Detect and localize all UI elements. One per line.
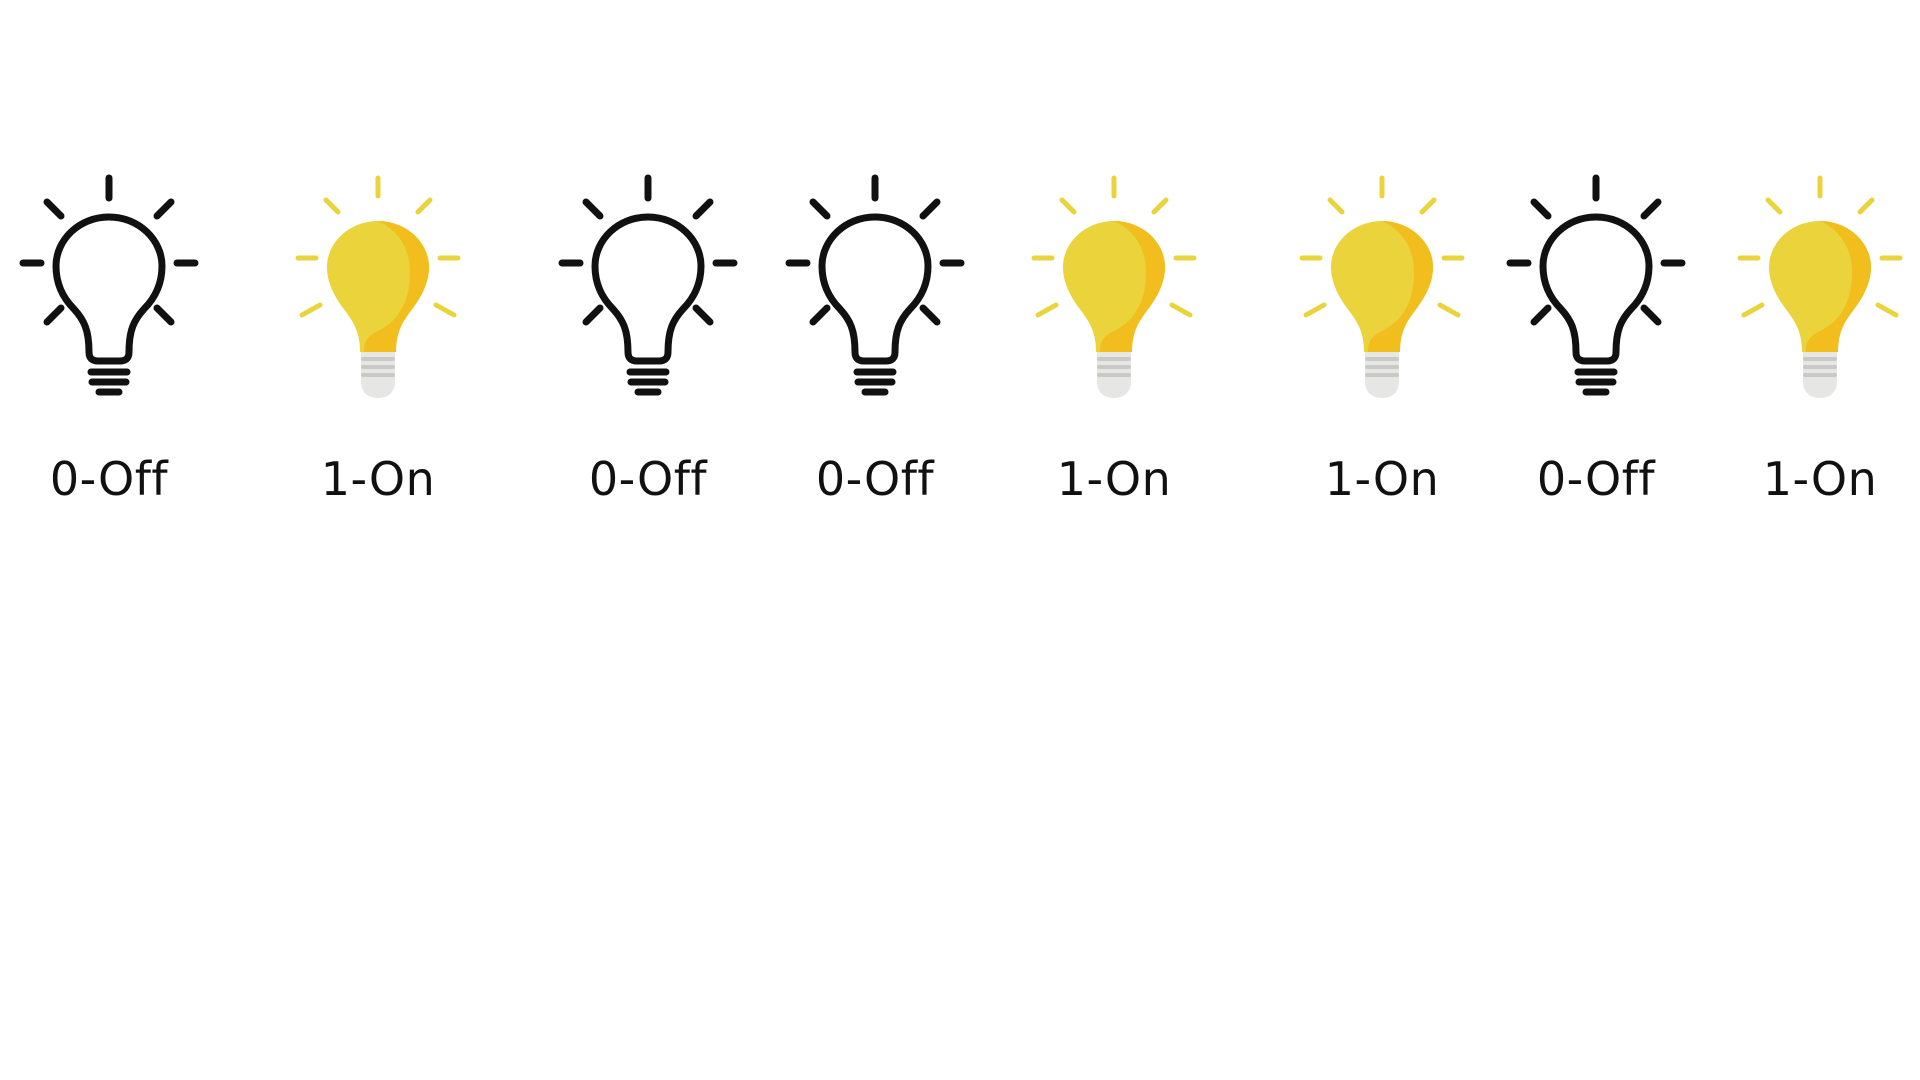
bulb-label: 0-Off [815, 452, 935, 506]
bulb-cell-1: 0-Off [0, 160, 219, 520]
lightbulb-on-icon [295, 175, 461, 398]
bulb-cell-6: 1-On [1272, 160, 1492, 520]
bulb-cell-5: 1-On [1004, 160, 1224, 520]
bulb-label: 1-On [1324, 452, 1440, 506]
lightbulb-off-icon [1506, 174, 1686, 396]
bulb-label: 1-On [320, 452, 436, 506]
lightbulb-on-icon [1299, 175, 1465, 398]
lightbulb-on-icon [1031, 175, 1197, 398]
bulb-label: 0-Off [1536, 452, 1656, 506]
bulb-label: 1-On [1056, 452, 1172, 506]
bulb-cell-4: 0-Off [765, 160, 985, 520]
bulb-label: 1-On [1762, 452, 1878, 506]
bulb-cell-3: 0-Off [538, 160, 758, 520]
bulb-cell-7: 0-Off [1486, 160, 1706, 520]
lightbulb-off-icon [785, 174, 965, 396]
bulb-cell-8: 1-On [1710, 160, 1920, 520]
lightbulb-on-icon [1737, 175, 1903, 398]
bulb-label: 0-Off [588, 452, 708, 506]
bulb-cell-2: 1-On [268, 160, 488, 520]
bulb-label: 0-Off [49, 452, 169, 506]
lightbulb-off-icon [558, 174, 738, 396]
lightbulb-off-icon [19, 174, 199, 396]
